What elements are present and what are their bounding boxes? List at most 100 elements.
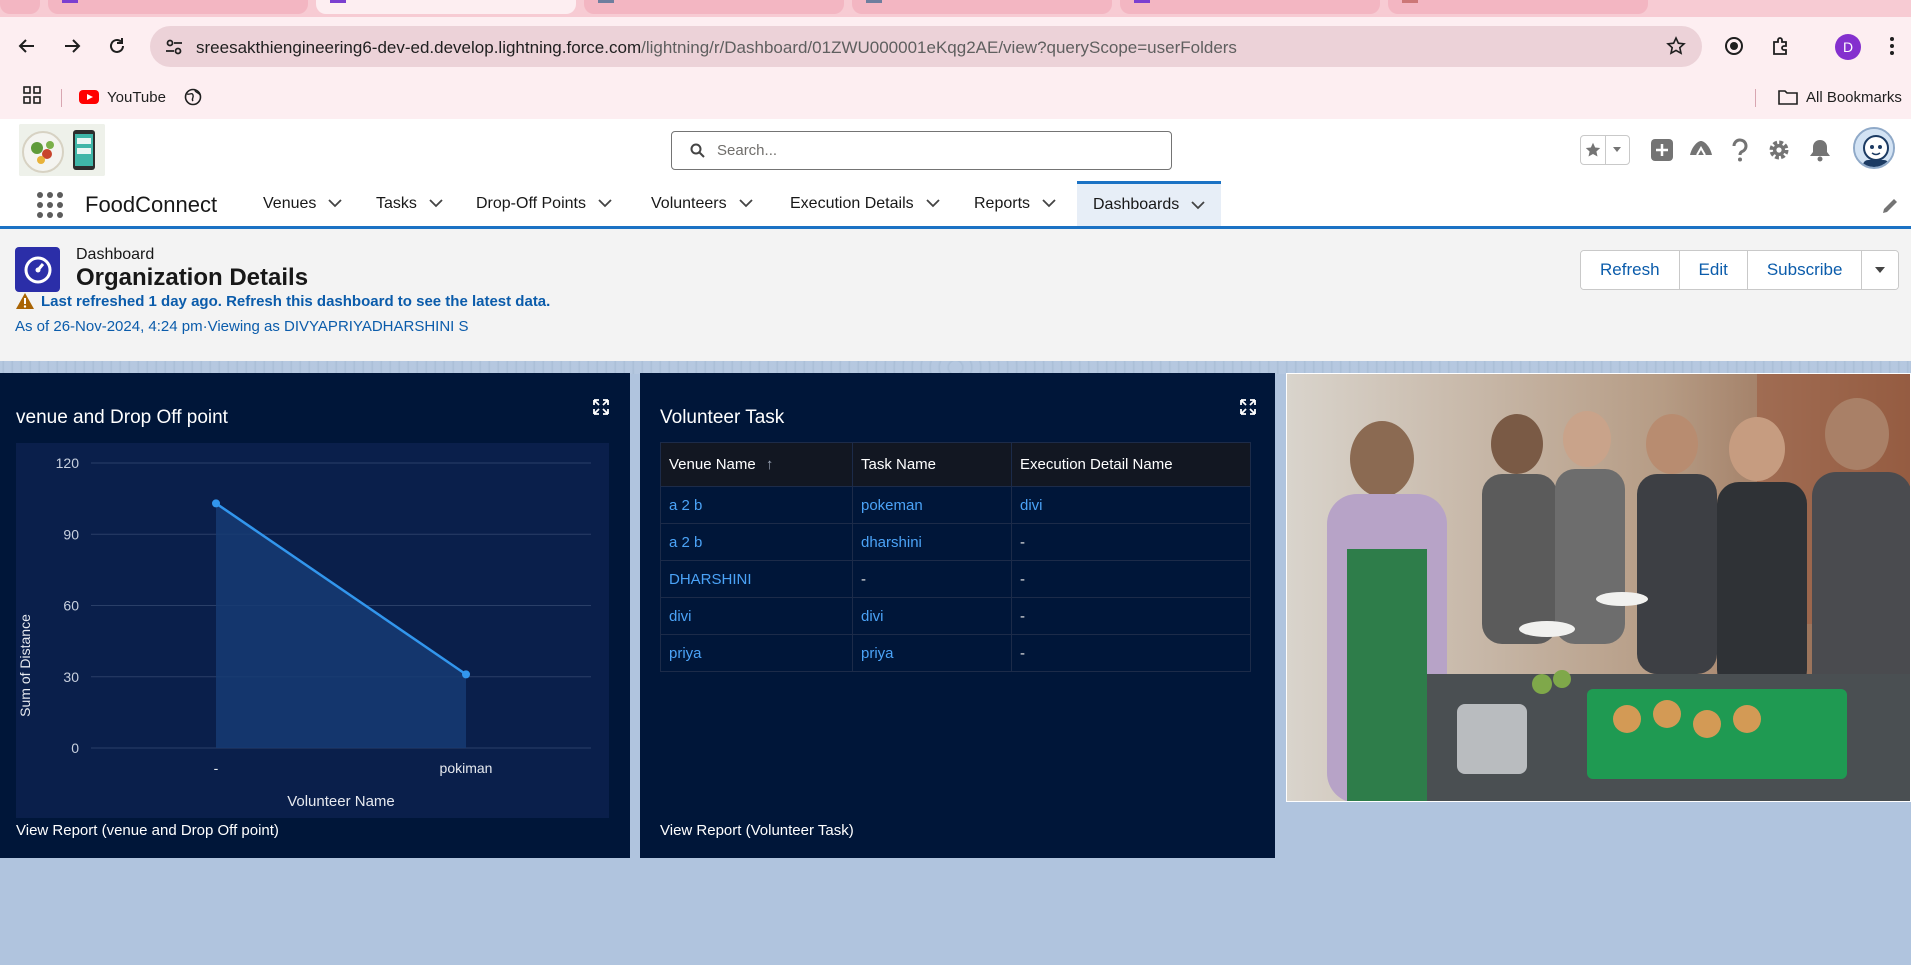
browser-toolbar: sreesakthiengineering6-dev-ed.develop.li… [0, 17, 1911, 75]
all-bookmarks-label: All Bookmarks [1806, 88, 1902, 106]
browser-tab[interactable] [584, 0, 844, 14]
help-button[interactable] [1725, 135, 1755, 165]
nav-item-reports[interactable]: Reports [974, 181, 1056, 226]
y-axis-title: Sum of Distance [17, 614, 33, 717]
star-icon [1585, 142, 1601, 157]
chevron-down-icon[interactable] [598, 199, 612, 208]
bookmark-star-icon[interactable] [1666, 36, 1686, 56]
trailhead-guidance-button[interactable] [1686, 135, 1716, 165]
nav-item-volunteers[interactable]: Volunteers [651, 181, 753, 226]
chevron-down-icon[interactable] [925, 199, 940, 208]
favorites-list-button[interactable] [1604, 136, 1629, 164]
sort-ascending-icon[interactable]: ↑ [766, 456, 774, 473]
chevron-down-icon[interactable] [1191, 200, 1205, 210]
dashboard-actions: Refresh Edit Subscribe [1580, 250, 1900, 290]
view-report-link[interactable]: View Report (Volunteer Task) [660, 822, 854, 839]
volunteers-serving-food-image [1286, 373, 1911, 802]
org-logo[interactable] [19, 124, 105, 176]
bookmark-youtube[interactable]: YouTube [79, 83, 166, 111]
nav-item-tasks[interactable]: Tasks [376, 181, 443, 226]
y-tick-label: 0 [71, 740, 79, 756]
venue-name-cell[interactable]: priya [660, 634, 853, 672]
reload-button[interactable] [101, 30, 133, 62]
forward-button[interactable] [56, 30, 88, 62]
chevron-down-icon [1613, 147, 1622, 152]
task-name-cell[interactable]: priya [852, 634, 1012, 672]
edit-button[interactable]: Edit [1678, 251, 1747, 289]
browser-tab[interactable] [1388, 0, 1648, 14]
data-point [212, 499, 220, 508]
bookmark-globe[interactable] [184, 83, 202, 111]
search-placeholder: Search... [717, 142, 778, 159]
venue-name-cell[interactable]: a 2 b [660, 486, 853, 524]
chevron-down-icon[interactable] [328, 199, 343, 208]
record-type-label: Dashboard [76, 246, 155, 263]
browser-tab[interactable] [852, 0, 1112, 14]
column-header-execution-detail-name[interactable]: Execution Detail Name [1011, 442, 1251, 487]
user-avatar[interactable] [1853, 127, 1895, 169]
edit-nav-button[interactable] [1881, 197, 1899, 220]
arrow-right-icon [65, 39, 81, 53]
nav-item-venues[interactable]: Venues [263, 181, 343, 226]
nav-item-execution-details[interactable]: Execution Details [790, 181, 940, 226]
venue-name-cell[interactable]: DHARSHINI [660, 560, 853, 598]
more-actions-button[interactable] [1861, 251, 1899, 289]
subscribe-button[interactable]: Subscribe [1746, 251, 1862, 289]
kebab-menu-icon [1890, 37, 1894, 55]
warning-icon [16, 293, 34, 309]
apps-grid-button[interactable] [22, 85, 42, 110]
series-area [216, 503, 466, 748]
chevron-down-icon[interactable] [1042, 199, 1056, 208]
dashboard-icon [15, 247, 60, 292]
browser-tab[interactable] [1120, 0, 1380, 14]
execution-detail-cell[interactable]: divi [1011, 486, 1251, 524]
browser-tab-active[interactable] [316, 0, 576, 14]
refresh-button[interactable]: Refresh [1581, 251, 1679, 289]
browser-tab[interactable] [0, 0, 40, 14]
extensions-button[interactable] [1765, 30, 1797, 62]
app-launcher-button[interactable] [37, 192, 63, 218]
setup-button[interactable] [1764, 135, 1794, 165]
refresh-warning: Last refreshed 1 day ago. Refresh this d… [15, 292, 550, 310]
chevron-down-icon[interactable] [429, 199, 443, 208]
site-settings-icon[interactable] [164, 37, 184, 57]
nav-item-label: Venues [263, 194, 317, 212]
chevron-down-icon [1875, 267, 1886, 273]
url-text: sreesakthiengineering6-dev-ed.develop.li… [196, 38, 1237, 57]
bookmark-label: YouTube [107, 88, 166, 106]
nav-item-drop-off-points[interactable]: Drop-Off Points [476, 181, 612, 226]
chart-area: 0 30 60 90 120 - pokiman Volunteer Name Sum of D… [16, 443, 609, 818]
global-actions-button[interactable] [1647, 135, 1677, 165]
chevron-down-icon[interactable] [738, 199, 753, 208]
browser-tab[interactable] [48, 0, 308, 14]
nav-item-dashboards[interactable]: Dashboards [1077, 181, 1222, 226]
browser-menu-button[interactable] [1876, 30, 1908, 62]
venue-name-cell[interactable]: divi [660, 597, 853, 635]
food-logo-image [19, 124, 105, 176]
task-name-cell[interactable]: divi [852, 597, 1012, 635]
puzzle-icon [1773, 37, 1787, 55]
venue-name-cell[interactable]: a 2 b [660, 523, 853, 561]
expand-icon[interactable] [593, 399, 609, 415]
search-icon [690, 143, 705, 158]
global-search-input[interactable]: Search... [671, 131, 1172, 170]
bookmark-separator [61, 89, 62, 107]
table-widget: Volunteer Task Venue Name ↑ Task Name Ex… [640, 373, 1275, 858]
apps-grid-icon [23, 86, 41, 104]
y-tick-label: 30 [63, 669, 79, 685]
app-name: FoodConnect [85, 192, 218, 217]
favorites-star-button[interactable] [1581, 136, 1605, 164]
folder-icon [1778, 90, 1798, 105]
address-bar[interactable]: sreesakthiengineering6-dev-ed.develop.li… [150, 26, 1702, 67]
task-name-cell[interactable]: dharshini [852, 523, 1012, 561]
column-header-venue-name[interactable]: Venue Name ↑ [660, 442, 853, 487]
notifications-button[interactable] [1805, 135, 1835, 165]
task-name-cell[interactable]: pokeman [852, 486, 1012, 524]
expand-icon[interactable] [1240, 399, 1256, 415]
column-header-task-name[interactable]: Task Name [852, 442, 1012, 487]
view-report-link[interactable]: View Report (venue and Drop Off point) [16, 822, 279, 839]
profile-avatar-button[interactable]: D [1835, 34, 1861, 60]
back-button[interactable] [11, 30, 43, 62]
all-bookmarks-button[interactable]: All Bookmarks [1778, 83, 1902, 111]
record-extension-button[interactable] [1718, 30, 1750, 62]
